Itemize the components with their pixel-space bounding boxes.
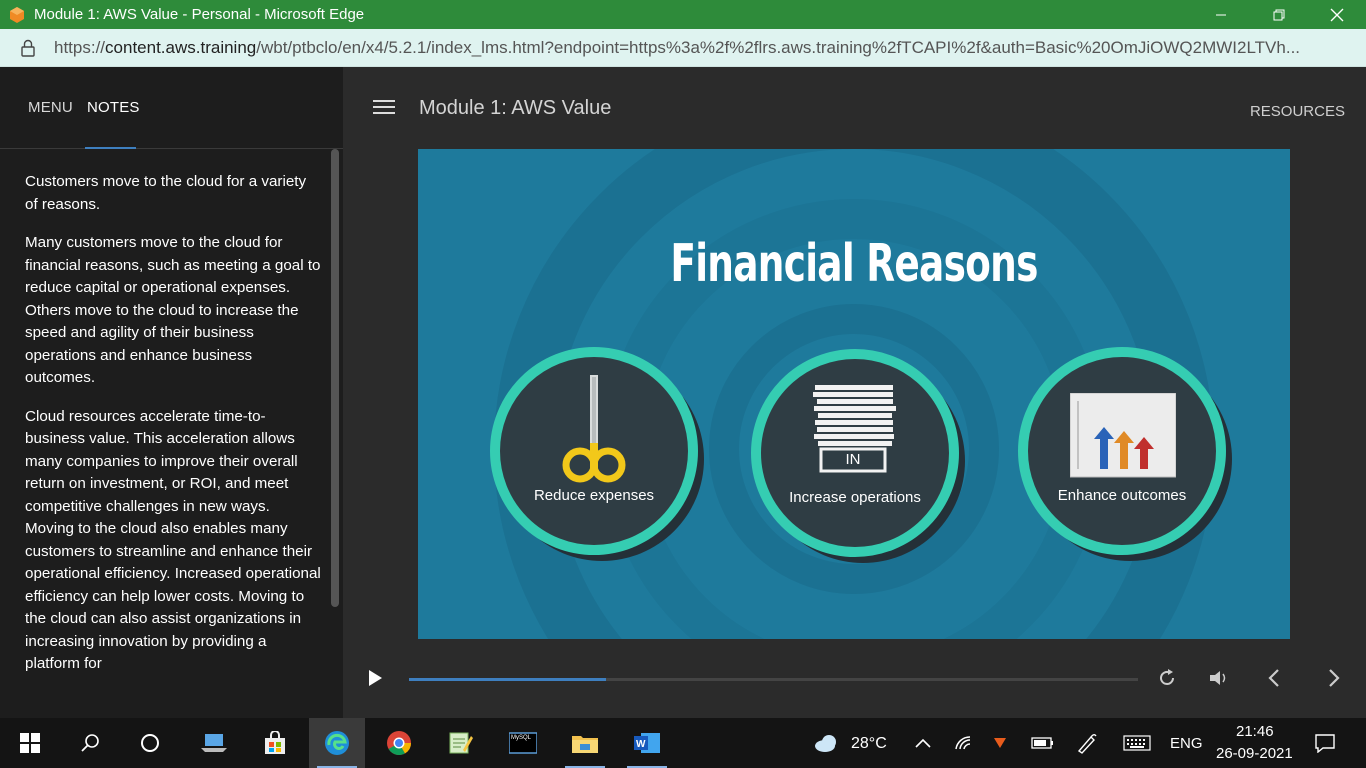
weather-temperature[interactable]: 28°C [851,735,887,753]
chevron-up-icon [915,738,931,748]
taskbar-app-file-explorer[interactable] [557,718,613,768]
folder-icon [572,736,598,753]
replay-button[interactable] [1152,663,1182,693]
tab-menu[interactable]: MENU [28,99,73,116]
minimize-icon [1216,14,1226,15]
replay-icon [1160,669,1174,685]
chrome-icon [387,731,411,756]
hamburger-icon-line [373,112,395,114]
url-text[interactable]: https://content.aws.training/wbt/ptbclo/… [54,38,1344,58]
taskbar-app-word[interactable]: W [619,718,675,768]
address-bar[interactable]: https://content.aws.training/wbt/ptbclo/… [0,29,1366,67]
close-icon [1330,8,1344,21]
computer-icon [201,734,227,752]
svg-text:W: W [636,739,646,750]
progress-fill [409,678,606,681]
aws-training-app-icon [10,6,24,23]
increase-operations-item: IN Increase operations [745,343,965,563]
taskbar-app-computer[interactable] [186,718,242,768]
item-label: Enhance outcomes [1057,487,1187,504]
notes-paragraph: Customers move to the cloud for a variet… [25,173,307,213]
bar-chart-arrows-icon [1070,393,1176,478]
mysql-label: MySQL [511,735,532,741]
notepad-plus-icon [449,732,473,754]
store-icon [265,731,285,754]
item-label: Increase operations [789,489,921,506]
search-icon [81,734,99,752]
course-player: Module 1: AWS Value RESOURCES Financial … [343,67,1366,718]
active-tab-indicator [85,147,136,149]
sidebar-tabs: MENU NOTES [0,67,343,149]
restore-icon [1273,9,1285,20]
next-slide-button[interactable] [1319,663,1349,693]
keyboard-icon [1123,735,1151,751]
in-tray-label: IN [845,451,861,468]
play-button[interactable] [360,663,390,693]
chevron-left-icon [1268,669,1279,687]
windows-taskbar: MySQL W 28°C ENG 21:46 26-09-2021 [0,718,1366,768]
progress-bar[interactable] [409,678,1138,681]
start-button[interactable] [2,718,58,768]
hamburger-icon [373,100,395,102]
pen-icon [1077,734,1097,754]
scissors-icon [562,375,626,483]
slide-title: Financial Reasons [670,234,1038,294]
url-path: /wbt/ptbclo/en/x4/5.2.1/index_lms.html?e… [256,37,1301,57]
enhance-outcomes-item: Enhance outcomes [1012,341,1232,561]
previous-slide-button[interactable] [1259,663,1289,693]
lock-icon [21,39,35,57]
search-button[interactable] [62,718,118,768]
item-label: Reduce expenses [533,487,655,504]
action-center-button[interactable] [1298,718,1352,768]
notification-icon [1315,734,1335,753]
chevron-right-icon [1329,669,1340,687]
taskbar-app-notepadpp[interactable] [432,718,488,768]
edge-icon [325,731,349,755]
notes-sidebar: MENU NOTES Customers move to the cloud f… [0,67,343,718]
battery-icon [1031,737,1053,749]
weather-widget-button[interactable] [797,718,857,768]
module-title: Module 1: AWS Value [419,97,612,119]
pen-workspace-button[interactable] [1060,718,1114,768]
taskbar-app-chrome[interactable] [371,718,427,768]
url-host: content.aws.training [105,37,257,57]
window-title: Module 1: AWS Value - Personal - Microso… [34,6,365,23]
clock-date[interactable]: 26-09-2021 [1216,745,1293,762]
taskbar-app-mysql[interactable]: MySQL [495,718,551,768]
taskbar-app-store[interactable] [247,718,303,768]
windows-logo-icon [20,733,40,753]
reduce-expenses-item: Reduce expenses [484,341,704,561]
notes-content: Customers move to the cloud for a variet… [25,171,321,692]
language-indicator[interactable]: ENG [1170,735,1203,752]
clock-time[interactable]: 21:46 [1236,723,1274,740]
hamburger-icon-line [373,106,395,108]
resources-link[interactable]: RESOURCES [1250,103,1345,120]
notes-paragraph: Cloud resources accelerate time-to-busin… [25,407,321,673]
cortana-icon [141,734,159,752]
volume-button[interactable] [1204,663,1234,693]
volume-icon [1210,671,1226,685]
touch-keyboard-button[interactable] [1110,718,1164,768]
url-prefix: https:// [54,37,106,57]
window-titlebar: Module 1: AWS Value - Personal - Microso… [0,0,1366,29]
cloud-icon [815,735,836,752]
hamburger-menu-button[interactable] [373,100,395,116]
tray-app-icon [994,738,1006,748]
notes-scrollbar[interactable] [331,149,339,607]
taskbar-app-edge[interactable] [309,718,365,768]
tab-notes[interactable]: NOTES [87,99,140,116]
word-icon: W [634,733,660,753]
cortana-button[interactable] [122,718,178,768]
player-controls [343,657,1366,705]
play-icon [369,670,382,686]
restore-button[interactable] [1250,0,1308,29]
close-button[interactable] [1308,0,1366,29]
minimize-button[interactable] [1192,0,1250,29]
wifi-icon [955,736,971,750]
slide-canvas: Financial Reasons Reduce expenses IN Inc… [418,149,1290,639]
notes-paragraph: Many customers move to the cloud for fin… [25,234,321,386]
